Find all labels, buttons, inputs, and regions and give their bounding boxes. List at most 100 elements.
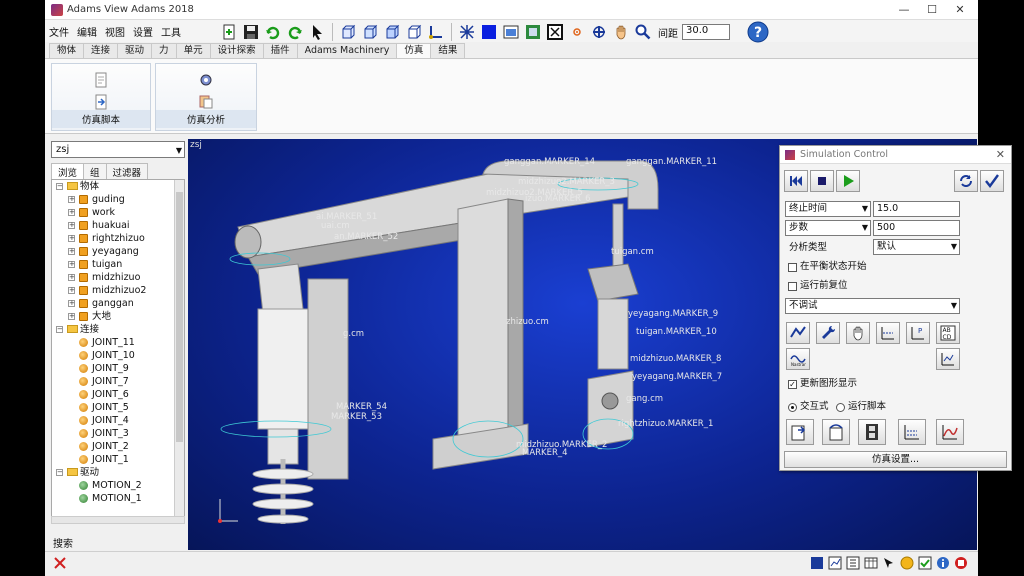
collapse-icon[interactable]: − bbox=[56, 326, 63, 333]
shading-button[interactable] bbox=[502, 23, 520, 41]
minimize-button[interactable]: — bbox=[890, 2, 918, 18]
ok-button[interactable] bbox=[980, 170, 1004, 192]
new-model-button[interactable] bbox=[220, 23, 238, 41]
scrollbar-thumb[interactable] bbox=[176, 192, 183, 442]
plot-icon[interactable] bbox=[828, 556, 842, 570]
info-circle-icon[interactable] bbox=[936, 556, 950, 570]
view-top-button[interactable] bbox=[361, 23, 379, 41]
ribbon-group-analysis[interactable]: 仿真分析 bbox=[155, 63, 257, 131]
tab-elements[interactable]: 单元 bbox=[175, 43, 211, 58]
debug-mode-select[interactable]: 不调试 ▼ bbox=[785, 298, 960, 314]
info-icon[interactable] bbox=[846, 556, 860, 570]
tree-item[interactable]: + ganggan bbox=[52, 297, 184, 310]
color-icon[interactable] bbox=[900, 556, 914, 570]
menu-edit[interactable]: 编辑 bbox=[77, 24, 97, 39]
tree-item[interactable]: + yeyagang bbox=[52, 245, 184, 258]
postprocessor-button[interactable] bbox=[936, 419, 964, 445]
triad-button[interactable] bbox=[427, 23, 445, 41]
steps-mode-select[interactable]: 步数 ▼ bbox=[785, 220, 871, 236]
tree-item[interactable]: JOINT_5 bbox=[52, 401, 184, 414]
select-button[interactable] bbox=[308, 23, 326, 41]
menu-settings[interactable]: 设置 bbox=[133, 24, 153, 39]
plot-tool-button[interactable] bbox=[876, 322, 900, 344]
zoom-button[interactable] bbox=[634, 23, 652, 41]
expand-icon[interactable]: + bbox=[68, 222, 75, 229]
play-button[interactable] bbox=[836, 170, 860, 192]
zoom-box-button[interactable] bbox=[546, 23, 564, 41]
measure-plot-button[interactable] bbox=[898, 419, 926, 445]
search-label[interactable]: 搜索 bbox=[53, 535, 73, 550]
tree-item[interactable]: JOINT_4 bbox=[52, 414, 184, 427]
tab-results[interactable]: 结果 bbox=[430, 43, 466, 58]
expand-icon[interactable]: + bbox=[68, 235, 75, 242]
view-window-icon[interactable] bbox=[810, 556, 824, 570]
plot-p-button[interactable]: P bbox=[906, 322, 930, 344]
tree-item[interactable]: + huakuai bbox=[52, 219, 184, 232]
tree-item[interactable]: + tuigan bbox=[52, 258, 184, 271]
animation-button[interactable] bbox=[858, 419, 886, 445]
center-button[interactable] bbox=[568, 23, 586, 41]
view-right-button[interactable] bbox=[383, 23, 401, 41]
tree-item[interactable]: + work bbox=[52, 206, 184, 219]
tab-motions[interactable]: 驱动 bbox=[117, 43, 153, 58]
stop-button[interactable] bbox=[810, 170, 834, 192]
tree-item[interactable]: − 驱动 bbox=[52, 466, 184, 479]
tree-item[interactable]: − 连接 bbox=[52, 323, 184, 336]
redo-button[interactable] bbox=[286, 23, 304, 41]
table-icon[interactable] bbox=[864, 556, 878, 570]
simulation-settings-button[interactable]: 仿真设置... bbox=[784, 451, 1007, 468]
render-mode-button[interactable] bbox=[480, 23, 498, 41]
maximize-button[interactable]: ☐ bbox=[918, 2, 946, 18]
tree-item[interactable]: MOTION_1 bbox=[52, 492, 184, 505]
expand-icon[interactable]: + bbox=[68, 261, 75, 268]
tab-design-exploration[interactable]: 设计探索 bbox=[209, 43, 264, 58]
tree-item[interactable]: JOINT_3 bbox=[52, 427, 184, 440]
stop-circle-icon[interactable] bbox=[954, 556, 968, 570]
pan-button[interactable] bbox=[612, 23, 630, 41]
tree-scrollbar[interactable] bbox=[174, 180, 184, 518]
tree-item[interactable]: JOINT_11 bbox=[52, 336, 184, 349]
expand-icon[interactable]: + bbox=[68, 274, 75, 281]
ribbon-group-script[interactable]: 仿真脚本 bbox=[51, 63, 151, 131]
tree-item[interactable]: MOTION_2 bbox=[52, 479, 184, 492]
tab-bodies[interactable]: 物体 bbox=[49, 43, 85, 58]
tab-adams-machinery[interactable]: Adams Machinery bbox=[296, 43, 398, 58]
end-mode-select[interactable]: 终止时间 ▼ bbox=[785, 201, 871, 217]
tab-forces[interactable]: 力 bbox=[151, 43, 177, 58]
rewind-button[interactable] bbox=[784, 170, 808, 192]
expand-icon[interactable]: + bbox=[68, 196, 75, 203]
script-radio[interactable] bbox=[836, 403, 845, 412]
collapse-icon[interactable]: − bbox=[56, 469, 63, 476]
undo-button[interactable] bbox=[264, 23, 282, 41]
expand-icon[interactable]: + bbox=[68, 248, 75, 255]
wrench-tool-button[interactable] bbox=[816, 322, 840, 344]
end-time-input[interactable]: 15.0 bbox=[873, 201, 960, 217]
table-tool-button[interactable]: AB CD bbox=[936, 322, 960, 344]
tree-item[interactable]: − 物体 bbox=[52, 180, 184, 193]
load-simulation-button[interactable] bbox=[822, 419, 850, 445]
help-button[interactable]: ? bbox=[746, 21, 770, 43]
start-at-equilibrium-checkbox[interactable] bbox=[788, 263, 797, 272]
expand-icon[interactable]: + bbox=[68, 209, 75, 216]
tree-item[interactable]: JOINT_6 bbox=[52, 388, 184, 401]
view-front-button[interactable] bbox=[339, 23, 357, 41]
close-button[interactable]: ✕ bbox=[946, 2, 974, 18]
tree-item[interactable]: + guding bbox=[52, 193, 184, 206]
reset-button[interactable] bbox=[954, 170, 978, 192]
tree-item[interactable]: JOINT_2 bbox=[52, 440, 184, 453]
save-simulation-button[interactable] bbox=[786, 419, 814, 445]
save-button[interactable] bbox=[242, 23, 260, 41]
tree-item[interactable]: + 大地 bbox=[52, 310, 184, 323]
tree-item[interactable]: JOINT_7 bbox=[52, 375, 184, 388]
expand-icon[interactable]: + bbox=[68, 287, 75, 294]
fit-button[interactable] bbox=[524, 23, 542, 41]
nastran-button[interactable]: Nastran bbox=[786, 348, 810, 370]
menu-tools[interactable]: 工具 bbox=[161, 24, 181, 39]
rotate-button[interactable] bbox=[590, 23, 608, 41]
model-select[interactable]: zsj ▼ bbox=[51, 141, 185, 158]
menu-view[interactable]: 视图 bbox=[105, 24, 125, 39]
tree-item[interactable]: JOINT_9 bbox=[52, 362, 184, 375]
hand-tool-button[interactable] bbox=[846, 322, 870, 344]
expand-icon[interactable]: + bbox=[68, 300, 75, 307]
tree-item[interactable]: + rightzhizuo bbox=[52, 232, 184, 245]
